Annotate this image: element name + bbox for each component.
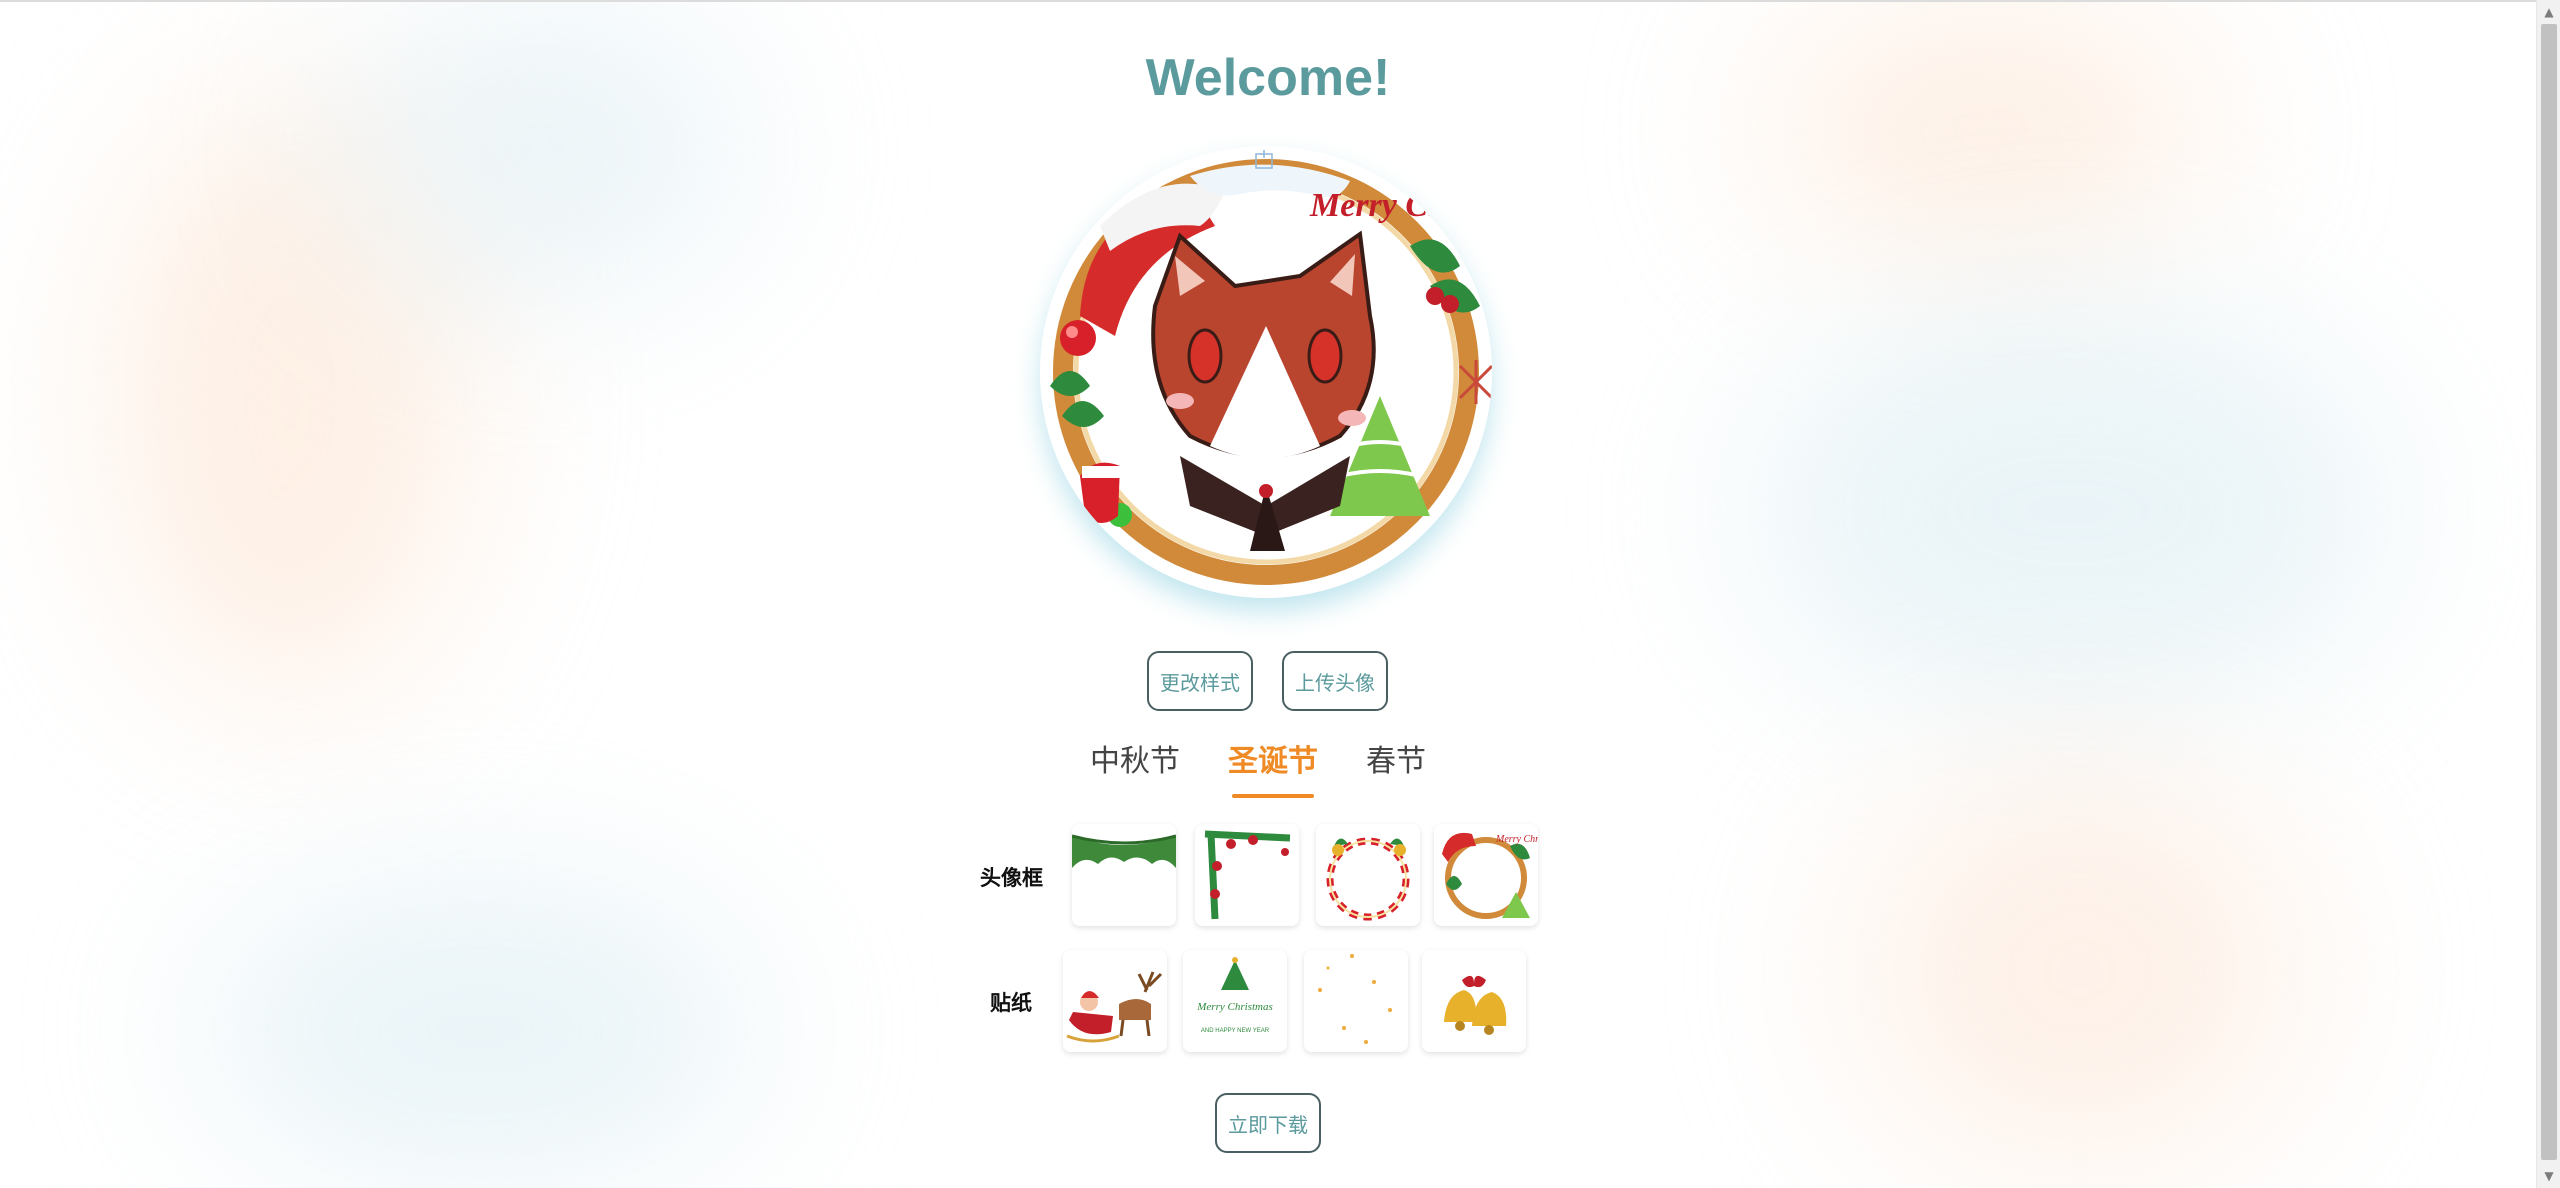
- tab-spring-festival[interactable]: 春节: [1366, 740, 1426, 800]
- frames-label: 头像框: [980, 866, 1043, 890]
- scrollbar-thumb[interactable]: [2541, 24, 2557, 1160]
- merry-christmas-wreath-frame-icon: Merry Christmas: [1434, 824, 1538, 926]
- frame-option-pine-garland[interactable]: [1072, 824, 1176, 926]
- avatar-preview[interactable]: Merry Christmas: [1040, 146, 1492, 598]
- wreath-text: Merry Christmas: [1495, 834, 1538, 845]
- page-title: Welcome!: [1145, 49, 1391, 107]
- vertical-scrollbar[interactable]: ▲ ▼: [2536, 0, 2560, 1188]
- top-border: [0, 0, 2536, 2]
- sticker-option-santa-sleigh[interactable]: [1063, 950, 1167, 1052]
- gold-dots-icon: [1304, 950, 1408, 1052]
- sticker-option-jingle-bells[interactable]: [1422, 950, 1526, 1052]
- holly-corner-frame-icon: [1195, 824, 1299, 926]
- upload-avatar-button[interactable]: 上传头像: [1282, 651, 1388, 711]
- jingle-bells-icon: [1422, 950, 1526, 1052]
- background-blob: [110, 90, 470, 710]
- sticker-lettering: Merry Christmas: [1196, 1001, 1272, 1013]
- background-blob: [1850, 760, 2310, 1180]
- stickers-label: 贴纸: [990, 991, 1032, 1015]
- santa-sleigh-reindeer-icon: [1063, 950, 1167, 1052]
- sticker-sublettering: AND HAPPY NEW YEAR: [1201, 1028, 1270, 1034]
- frame-option-holly-corner[interactable]: [1195, 824, 1299, 926]
- scroll-up-icon[interactable]: ▲: [2537, 2, 2560, 22]
- sticker-option-christmas-tree[interactable]: Merry Christmas AND HAPPY NEW YEAR: [1183, 950, 1287, 1052]
- tab-christmas[interactable]: 圣诞节: [1228, 740, 1318, 800]
- background-blob: [1750, 300, 2390, 720]
- christmas-tree-lettering-icon: Merry Christmas AND HAPPY NEW YEAR: [1183, 950, 1287, 1052]
- avatar-image: Merry Christmas: [1040, 146, 1492, 598]
- avatar-badge-text: Merry Christmas: [1309, 187, 1492, 224]
- change-style-button[interactable]: 更改样式: [1147, 651, 1253, 711]
- background-blob: [330, 0, 750, 300]
- festival-tabs: 中秋节 圣诞节 春节: [1090, 740, 1474, 800]
- frame-option-candy-cane-ring[interactable]: [1316, 824, 1420, 926]
- tab-mid-autumn[interactable]: 中秋节: [1090, 740, 1180, 800]
- scroll-down-icon[interactable]: ▼: [2537, 1166, 2560, 1186]
- download-button[interactable]: 立即下载: [1215, 1093, 1321, 1153]
- crop-handle-icon[interactable]: [1254, 150, 1274, 170]
- sticker-option-gold-dots[interactable]: [1304, 950, 1408, 1052]
- background-blob: [1760, 0, 2220, 260]
- candy-cane-ring-frame-icon: [1316, 824, 1420, 926]
- pine-garland-frame-icon: [1072, 824, 1176, 926]
- frame-option-wreath[interactable]: Merry Christmas: [1434, 824, 1538, 926]
- background-blob: [200, 880, 760, 1180]
